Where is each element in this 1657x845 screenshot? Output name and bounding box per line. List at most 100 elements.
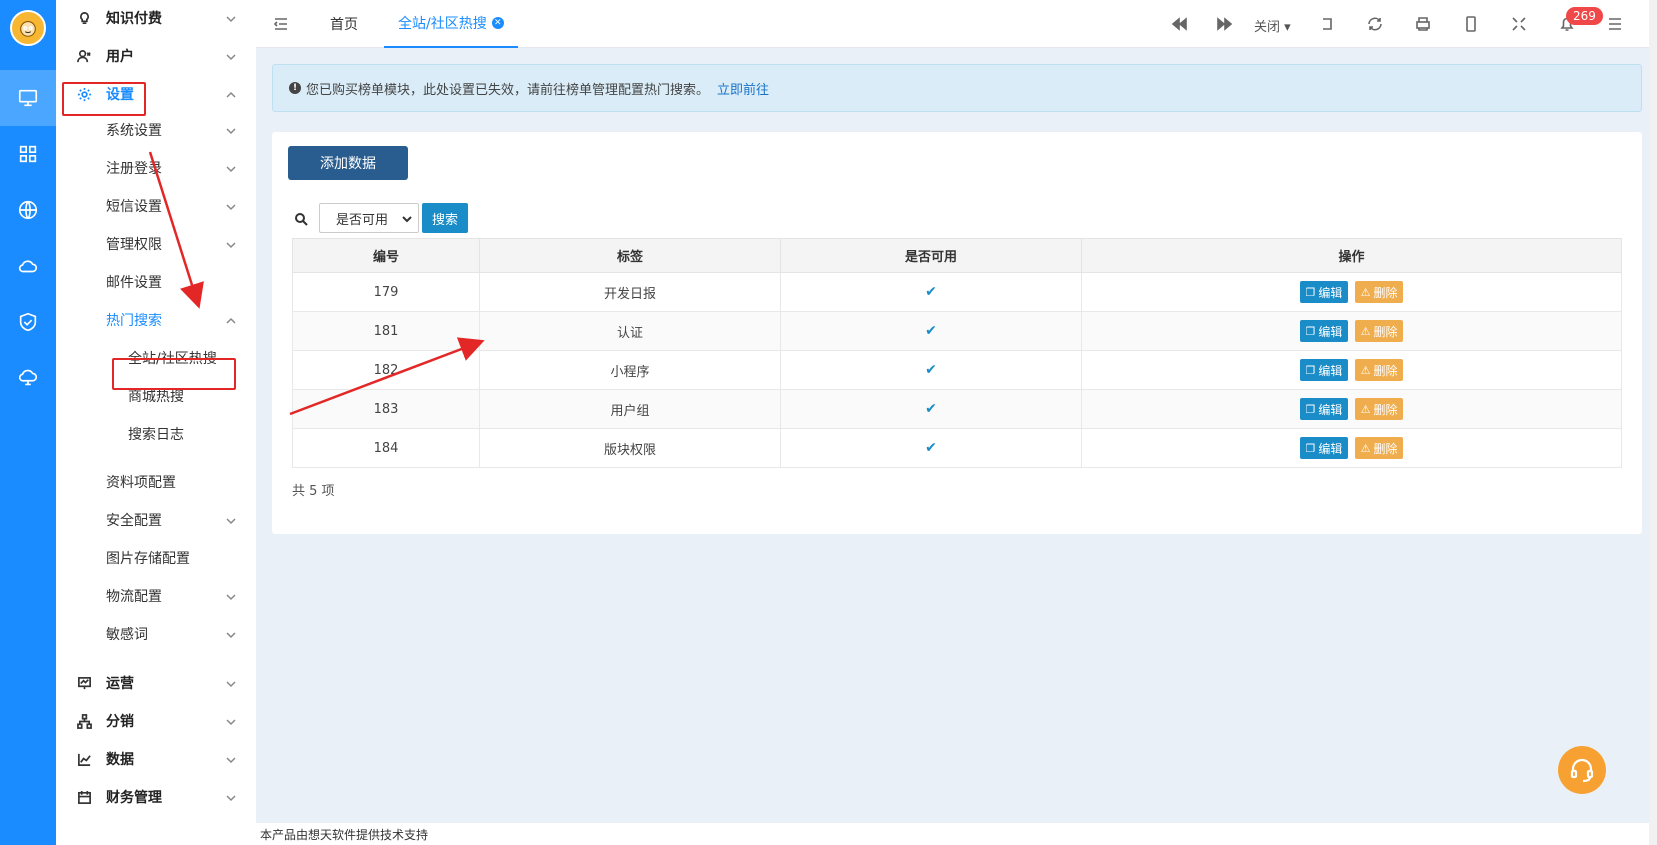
add-data-button[interactable]: 添加数据 <box>288 146 408 180</box>
sidebar-item-label: 系统设置 <box>106 123 162 139</box>
back-icon[interactable] <box>1318 15 1336 33</box>
grid-icon[interactable] <box>0 126 56 182</box>
table-row: 184 版块权限 ✔ ❐ 编辑 ⚠ 删除 <box>292 428 1622 468</box>
close-tabs-dropdown[interactable]: 关闭 ▾ <box>1254 16 1291 35</box>
main-card: 添加数据 是否可用 搜索 编号 标签 是否可用 操作 179 开发日报 ✔ ❐ 编… <box>272 132 1642 534</box>
sidebar-item-sms-settings[interactable]: 短信设置 <box>56 191 256 221</box>
sidebar-item-profile-config[interactable]: 资料项配置 <box>56 467 256 497</box>
hot-search-table: 编号 标签 是否可用 操作 179 开发日报 ✔ ❐ 编辑 ⚠ 删除 181 认证 … <box>292 238 1622 468</box>
sidebar-item-search-log[interactable]: 搜索日志 <box>56 419 256 449</box>
table-header-row: 编号 标签 是否可用 操作 <box>292 238 1622 273</box>
delete-button[interactable]: ⚠ 删除 <box>1354 437 1404 459</box>
edit-button[interactable]: ❐ 编辑 <box>1299 359 1349 381</box>
fullscreen-icon[interactable] <box>1510 15 1528 33</box>
sidebar-item-label: 资料项配置 <box>106 475 176 491</box>
sidebar-item-admin-permissions[interactable]: 管理权限 <box>56 229 256 259</box>
sidebar-item-sensitive-words[interactable]: 敏感词 <box>56 619 256 649</box>
edit-label: 编辑 <box>1318 402 1343 417</box>
tab-label: 全站/社区热搜 <box>398 16 487 32</box>
menu-icon[interactable] <box>1606 15 1624 33</box>
edit-button[interactable]: ❐ 编辑 <box>1299 281 1349 303</box>
col-id-header: 编号 <box>292 238 480 273</box>
chevron-down-icon <box>226 716 236 726</box>
monitor-icon[interactable] <box>0 70 56 126</box>
go-now-link[interactable]: 立即前往 <box>717 79 769 98</box>
shield-check-icon[interactable] <box>0 294 56 350</box>
cell-id: 181 <box>292 311 480 351</box>
delete-button[interactable]: ⚠ 删除 <box>1354 320 1404 342</box>
sidebar-item-image-storage[interactable]: 图片存储配置 <box>56 543 256 573</box>
warning-icon: ⚠ <box>1360 285 1371 299</box>
delete-button[interactable]: ⚠ 删除 <box>1354 398 1404 420</box>
mobile-icon[interactable] <box>1462 15 1480 33</box>
cell-id: 179 <box>292 272 480 312</box>
chevron-down-icon <box>402 213 412 223</box>
sidebar-item-email-settings[interactable]: 邮件设置 <box>56 267 256 297</box>
sidebar-item-finance[interactable]: 财务管理 <box>56 782 256 812</box>
sidebar-item-register-login[interactable]: 注册登录 <box>56 153 256 183</box>
sidebar-item-system-settings[interactable]: 系统设置 <box>56 115 256 145</box>
headset-icon[interactable] <box>1558 746 1606 794</box>
users-icon <box>76 48 92 64</box>
edit-label: 编辑 <box>1318 285 1343 300</box>
sidebar-item-distribution[interactable]: 分销 <box>56 706 256 736</box>
chevron-up-icon <box>226 89 236 99</box>
sidebar-item-label: 用户 <box>106 49 134 65</box>
sidebar-item-label: 知识付费 <box>106 11 162 27</box>
cell-tag: 版块权限 <box>479 428 781 468</box>
copy-icon: ❐ <box>1305 441 1316 455</box>
collapse-menu-icon[interactable] <box>272 15 290 33</box>
refresh-icon[interactable] <box>1366 15 1384 33</box>
delete-button[interactable]: ⚠ 删除 <box>1354 281 1404 303</box>
col-tag-header: 标签 <box>479 238 781 273</box>
cell-actions: ❐ 编辑 ⚠ 删除 <box>1081 311 1622 351</box>
delete-button[interactable]: ⚠ 删除 <box>1354 359 1404 381</box>
chevron-down-icon <box>226 754 236 764</box>
cell-tag: 认证 <box>479 311 781 351</box>
chevron-down-icon <box>226 51 236 61</box>
annotation-box-settings <box>62 82 146 116</box>
fast-forward-icon[interactable] <box>1216 15 1234 33</box>
sidebar-item-label: 物流配置 <box>106 589 162 605</box>
logo-icon[interactable] <box>10 10 46 46</box>
sidebar-item-label: 短信设置 <box>106 199 162 215</box>
lightbulb-icon <box>76 10 92 26</box>
table-row: 179 开发日报 ✔ ❐ 编辑 ⚠ 删除 <box>292 272 1622 312</box>
sidebar-item-hot-search[interactable]: 热门搜索 <box>56 305 256 335</box>
tab-home[interactable]: 首页 <box>330 0 358 48</box>
search-button[interactable]: 搜索 <box>422 203 468 233</box>
edit-button[interactable]: ❐ 编辑 <box>1299 398 1349 420</box>
sidebar-item-security-config[interactable]: 安全配置 <box>56 505 256 535</box>
chevron-down-icon <box>226 163 236 173</box>
cloud-icon[interactable] <box>0 238 56 294</box>
sidebar-item-logistics-config[interactable]: 物流配置 <box>56 581 256 611</box>
cell-id: 184 <box>292 428 480 468</box>
edit-button[interactable]: ❐ 编辑 <box>1299 320 1349 342</box>
rewind-icon[interactable] <box>1170 15 1188 33</box>
sidebar-item-users[interactable]: 用户 <box>56 41 256 71</box>
sidebar-item-label: 邮件设置 <box>106 275 162 291</box>
printer-icon[interactable] <box>1414 15 1432 33</box>
sidebar-item-data[interactable]: 数据 <box>56 744 256 774</box>
delete-label: 删除 <box>1373 441 1398 456</box>
sidebar-item-operations[interactable]: 运营 <box>56 668 256 698</box>
globe-icon[interactable] <box>0 182 56 238</box>
check-icon: ✔ <box>780 272 1082 312</box>
chevron-down-icon <box>226 515 236 525</box>
info-icon: ! <box>289 82 301 94</box>
cell-tag: 用户组 <box>479 389 781 429</box>
presentation-icon <box>76 675 92 691</box>
table-row: 181 认证 ✔ ❐ 编辑 ⚠ 删除 <box>292 311 1622 351</box>
edit-button[interactable]: ❐ 编辑 <box>1299 437 1349 459</box>
cloud-network-icon[interactable] <box>0 350 56 406</box>
sidebar-item-knowledge-pay[interactable]: 知识付费 <box>56 3 256 33</box>
page-scrollbar[interactable] <box>1649 0 1657 845</box>
delete-label: 删除 <box>1373 402 1398 417</box>
edit-label: 编辑 <box>1318 363 1343 378</box>
enabled-filter-select[interactable]: 是否可用 <box>319 203 419 233</box>
sidebar-nav: 知识付费 用户 设置 系统设置 注册登录 短信设置 管理权限 邮件设置 热门搜索… <box>56 0 256 845</box>
warning-icon: ⚠ <box>1360 363 1371 377</box>
delete-label: 删除 <box>1373 363 1398 378</box>
close-tab-icon[interactable]: ✕ <box>491 17 504 29</box>
tab-site-hot-search[interactable]: 全站/社区热搜 ✕ <box>384 0 518 48</box>
